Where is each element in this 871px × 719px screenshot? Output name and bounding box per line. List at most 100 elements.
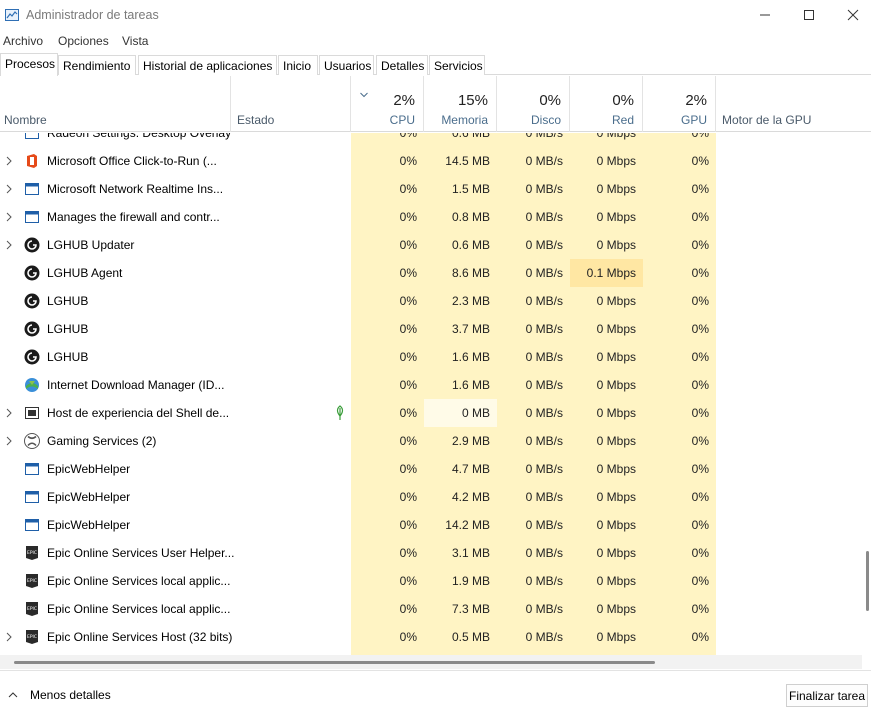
table-row[interactable]: Gaming Services (2) 0% 2.9 MB 0 MB/s 0 Mbps 0… — [0, 427, 862, 455]
tab-historial[interactable]: Historial de aplicaciones — [138, 55, 277, 75]
minimize-button[interactable] — [742, 0, 788, 31]
disk-value: 0 MB/s — [525, 238, 563, 252]
disk-total: 0% — [539, 92, 561, 109]
svg-text:EPIC: EPIC — [27, 578, 37, 584]
table-row[interactable]: EpicWebHelper 0% 4.7 MB 0 MB/s 0 Mbps 0% — [0, 455, 862, 483]
table-row[interactable]: Internet Download Manager (ID... 0% 1.6 MB… — [0, 371, 862, 399]
table-row[interactable]: LGHUB Agent 0% 8.6 MB 0 MB/s 0.1 Mbps 0% — [0, 259, 862, 287]
table-row[interactable]: EPIC Epic Online Services Host (32 bits) 0… — [0, 623, 862, 651]
cpu-value: 0% — [399, 630, 417, 644]
table-row[interactable]: EpicWebHelper 0% 14.2 MB 0 MB/s 0 Mbps 0% — [0, 511, 862, 539]
memory-total: 15% — [457, 92, 488, 109]
tab-usuarios[interactable]: Usuarios — [319, 55, 374, 75]
maximize-button[interactable] — [786, 0, 832, 31]
network-value: 0 Mbps — [596, 574, 636, 588]
network-value: 0 Mbps — [596, 546, 636, 560]
cpu-value: 0% — [399, 238, 417, 252]
column-network[interactable]: 0% Red — [570, 76, 643, 132]
column-gpu[interactable]: 2% GPU — [643, 76, 716, 132]
tab-detalles[interactable]: Detalles — [376, 55, 428, 75]
cpu-value: 0% — [399, 462, 417, 476]
table-row[interactable]: Microsoft Office Click-to-Run (... 0% 14.5… — [0, 147, 862, 175]
vertical-scroll-thumb[interactable] — [866, 551, 869, 611]
lghub-icon — [24, 293, 40, 309]
chevron-right-icon[interactable] — [6, 212, 12, 222]
tab-inicio[interactable]: Inicio — [278, 55, 318, 75]
tab-servicios[interactable]: Servicios — [429, 55, 485, 75]
office-icon — [24, 153, 40, 169]
disk-value: 0 MB/s — [525, 518, 563, 532]
xbox-icon — [24, 433, 40, 449]
gpu-value: 0% — [691, 378, 709, 392]
network-value: 0 Mbps — [596, 462, 636, 476]
table-row[interactable]: LGHUB Updater 0% 0.6 MB 0 MB/s 0 Mbps 0% — [0, 231, 862, 259]
table-row[interactable]: EPIC Epic Online Services local applic...… — [0, 567, 862, 595]
cpu-value: 0% — [399, 574, 417, 588]
chevron-right-icon[interactable] — [6, 632, 12, 642]
chevron-right-icon[interactable] — [6, 184, 12, 194]
svg-text:EPIC: EPIC — [27, 634, 37, 640]
memory-value: 3.1 MB — [451, 546, 490, 560]
column-name[interactable]: Nombre — [0, 76, 231, 132]
process-name: LGHUB — [47, 350, 89, 364]
column-memory[interactable]: 15% Memoria — [424, 76, 497, 132]
process-name: Epic Online Services local applic... — [47, 602, 231, 616]
gpu-label: GPU — [680, 113, 707, 127]
column-disk[interactable]: 0% Disco — [497, 76, 570, 132]
tab-procesos[interactable]: Procesos — [0, 53, 58, 76]
horizontal-scroll-thumb[interactable] — [14, 661, 655, 664]
close-button[interactable] — [830, 0, 871, 31]
column-status-label: Estado — [237, 113, 275, 127]
table-row[interactable]: Radeon Settings: Desktop Overlay 0% 0.6 MB… — [0, 133, 862, 147]
table-row[interactable]: EpicWebHelper 0% 4.2 MB 0 MB/s 0 Mbps 0% — [0, 483, 862, 511]
table-row[interactable]: EPIC Epic Online Services User Helper... 0… — [0, 539, 862, 567]
column-status[interactable]: Estado — [231, 76, 351, 132]
disk-value: 0 MB/s — [525, 378, 563, 392]
column-gpu-engine[interactable]: Motor de la GPU — [716, 76, 862, 132]
gpu-value: 0% — [691, 266, 709, 280]
memory-value: 7.3 MB — [451, 602, 490, 616]
disk-value: 0 MB/s — [525, 210, 563, 224]
network-value: 0 Mbps — [596, 378, 636, 392]
cpu-value: 0% — [399, 322, 417, 336]
table-row[interactable]: Manages the firewall and contr... 0% 0.8 M… — [0, 203, 862, 231]
menu-archivo[interactable]: Archivo — [3, 34, 43, 48]
gpu-value: 0% — [691, 406, 709, 420]
menu-opciones[interactable]: Opciones — [58, 34, 109, 48]
table-row[interactable]: EPIC Epic Online Services local applic...… — [0, 595, 862, 623]
chevron-right-icon[interactable] — [6, 240, 12, 250]
process-name: LGHUB Agent — [47, 266, 123, 280]
process-name: Microsoft Office Click-to-Run (... — [47, 154, 217, 168]
disk-value: 0 MB/s — [525, 630, 563, 644]
memory-value: 2.3 MB — [451, 294, 490, 308]
vertical-scrollbar[interactable] — [862, 133, 871, 655]
task-manager-icon — [5, 9, 19, 21]
chevron-right-icon[interactable] — [6, 436, 12, 446]
cpu-value: 0% — [399, 434, 417, 448]
gpu-value: 0% — [691, 238, 709, 252]
memory-value: 3.7 MB — [451, 322, 490, 336]
chevron-right-icon[interactable] — [6, 408, 12, 418]
chevron-right-icon[interactable] — [6, 156, 12, 166]
network-value: 0 Mbps — [596, 210, 636, 224]
gpu-value: 0% — [691, 322, 709, 336]
end-task-button[interactable]: Finalizar tarea — [786, 684, 868, 707]
disk-value: 0 MB/s — [525, 490, 563, 504]
gpu-total: 2% — [685, 92, 707, 109]
table-row[interactable]: LGHUB 0% 2.3 MB 0 MB/s 0 Mbps 0% — [0, 287, 862, 315]
memory-value: 0.8 MB — [451, 210, 490, 224]
table-row[interactable]: LGHUB 0% 3.7 MB 0 MB/s 0 Mbps 0% — [0, 315, 862, 343]
lghub-icon — [24, 265, 40, 281]
tab-rendimiento[interactable]: Rendimiento — [58, 55, 136, 75]
table-row[interactable]: Host de experiencia del Shell de... 0% 0 M… — [0, 399, 862, 427]
disk-value: 0 MB/s — [525, 434, 563, 448]
table-row[interactable]: Microsoft Network Realtime Ins... 0% 1.5 M… — [0, 175, 862, 203]
network-value: 0 Mbps — [596, 182, 636, 196]
horizontal-scrollbar[interactable] — [0, 655, 862, 669]
menu-vista[interactable]: Vista — [122, 34, 148, 48]
disk-value: 0 MB/s — [525, 350, 563, 364]
table-row[interactable]: LGHUB 0% 1.6 MB 0 MB/s 0 Mbps 0% — [0, 343, 862, 371]
network-value: 0 Mbps — [596, 133, 636, 140]
column-cpu[interactable]: 2% CPU — [351, 76, 424, 132]
network-value: 0 Mbps — [596, 154, 636, 168]
